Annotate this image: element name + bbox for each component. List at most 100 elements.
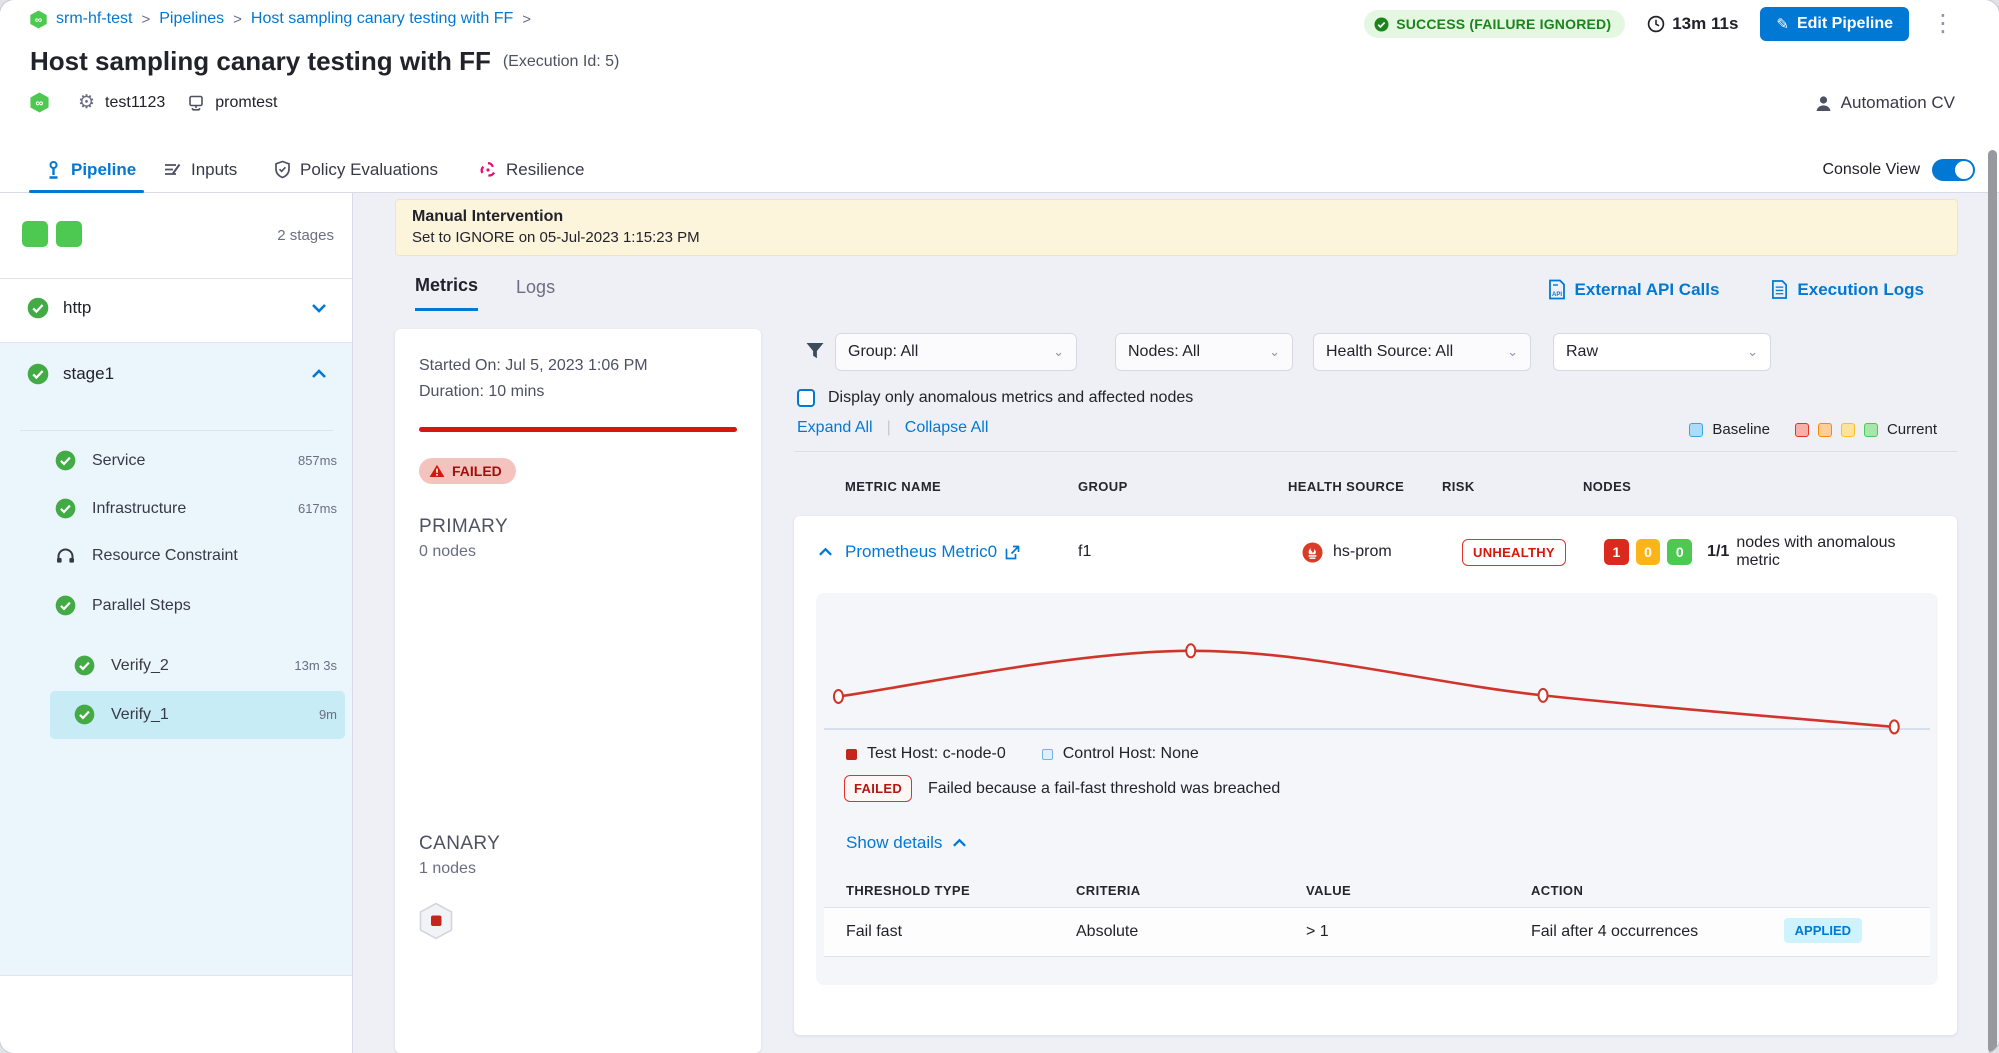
breadcrumb: ∞ srm-hf-test > Pipelines > Host samplin… bbox=[29, 8, 540, 30]
tab-inputs[interactable]: Inputs bbox=[163, 147, 237, 192]
filter-health-source-dropdown[interactable]: Health Source: All⌄ bbox=[1313, 333, 1531, 371]
resilience-chaos-icon bbox=[479, 161, 497, 179]
tab-pipeline[interactable]: Pipeline bbox=[45, 147, 136, 192]
tab-resilience[interactable]: Resilience bbox=[479, 147, 584, 192]
external-link-icon[interactable] bbox=[1005, 545, 1020, 560]
breadcrumb-separator: > bbox=[522, 11, 531, 28]
chart-point-marker bbox=[1539, 689, 1548, 702]
console-view-control: Console View bbox=[1822, 159, 1975, 181]
chart-point-marker bbox=[834, 690, 843, 703]
success-check-icon bbox=[1374, 17, 1389, 32]
breadcrumb-link-pipeline-name[interactable]: Host sampling canary testing with FF bbox=[251, 10, 513, 28]
current-orange-swatch bbox=[1818, 423, 1832, 437]
pipeline-icon bbox=[45, 161, 62, 179]
sidebar-step-verify2[interactable]: Verify_2 13m 3s bbox=[74, 655, 337, 676]
test-host-swatch bbox=[846, 749, 857, 760]
baseline-legend-label: Baseline bbox=[1712, 421, 1770, 438]
environment-name[interactable]: promtest bbox=[215, 94, 277, 112]
threshold-row: Fail fast Absolute > 1 Fail after 4 occu… bbox=[824, 908, 1930, 956]
console-view-label: Console View bbox=[1822, 161, 1920, 179]
status-badge: SUCCESS (FAILURE IGNORED) bbox=[1364, 10, 1625, 38]
chevron-down-icon: ⌄ bbox=[1053, 344, 1064, 360]
expand-all-link[interactable]: Expand All bbox=[797, 419, 873, 437]
sidebar-step-resource-constraint[interactable]: Resource Constraint bbox=[55, 547, 337, 565]
col-threshold-type: THRESHOLD TYPE bbox=[846, 883, 970, 898]
sidebar-step-infrastructure[interactable]: Infrastructure 617ms bbox=[55, 498, 337, 519]
main-content: Manual Intervention Set to IGNORE on 05-… bbox=[353, 193, 1999, 1053]
tab-logs[interactable]: Logs bbox=[516, 277, 555, 310]
divider bbox=[0, 278, 352, 279]
canary-node-hexagon-icon[interactable] bbox=[419, 902, 453, 940]
divider bbox=[824, 956, 1930, 957]
current-green-swatch bbox=[1864, 423, 1878, 437]
header-actions: SUCCESS (FAILURE IGNORED) 13m 11s ✎ Edit… bbox=[1364, 7, 1955, 41]
breadcrumb-link-project[interactable]: srm-hf-test bbox=[56, 10, 132, 28]
filter-group-dropdown[interactable]: Group: All⌄ bbox=[835, 333, 1077, 371]
value-value: > 1 bbox=[1306, 923, 1329, 941]
filter-funnel-icon[interactable] bbox=[805, 341, 825, 361]
service-logo-icon: ∞ bbox=[29, 92, 50, 113]
page-title-row: Host sampling canary testing with FF (Ex… bbox=[30, 46, 619, 77]
stage-square-icon bbox=[56, 221, 82, 247]
resource-constraint-icon bbox=[55, 547, 76, 565]
filter-raw-dropdown[interactable]: Raw⌄ bbox=[1553, 333, 1771, 371]
divider bbox=[0, 975, 352, 976]
filter-nodes-dropdown[interactable]: Nodes: All⌄ bbox=[1115, 333, 1293, 371]
gear-icon: ⚙ bbox=[78, 91, 95, 114]
anomalous-filter-row: Display only anomalous metrics and affec… bbox=[797, 389, 1193, 407]
sidebar-step-service[interactable]: Service 857ms bbox=[55, 450, 337, 471]
primary-nodes-count: 0 nodes bbox=[419, 543, 737, 561]
collapse-metric-chevron-up-icon[interactable] bbox=[818, 547, 833, 557]
metric-name-link[interactable]: Prometheus Metric0 bbox=[845, 542, 997, 562]
execution-sidebar: 2 stages http stage1 Service 857ms Infra… bbox=[0, 193, 353, 1053]
console-view-toggle[interactable] bbox=[1932, 159, 1975, 181]
tab-policy-evaluations[interactable]: Policy Evaluations bbox=[274, 147, 438, 192]
baseline-legend-swatch bbox=[1689, 423, 1703, 437]
control-host-label: Control Host: None bbox=[1063, 745, 1199, 763]
started-on: Started On: Jul 5, 2023 1:06 PM bbox=[419, 357, 737, 375]
vertical-scrollbar[interactable] bbox=[1988, 150, 1997, 1053]
test-host-label: Test Host: c-node-0 bbox=[867, 745, 1006, 763]
anomalous-only-checkbox[interactable] bbox=[797, 389, 815, 407]
metric-row-card: Prometheus Metric0 f1 hs-prom UNHEALTHY … bbox=[794, 516, 1957, 1035]
verification-duration: Duration: 10 mins bbox=[419, 383, 737, 401]
node-risk-counts: 1 0 0 1/1 nodes with anomalous metric bbox=[1604, 534, 1933, 570]
link-separator: | bbox=[887, 419, 891, 437]
tab-metrics[interactable]: Metrics bbox=[415, 275, 478, 311]
sidebar-stage-stage1[interactable]: stage1 bbox=[27, 363, 337, 385]
current-yellow-swatch bbox=[1841, 423, 1855, 437]
health-source: hs-prom bbox=[1302, 542, 1392, 563]
api-doc-icon: API bbox=[1548, 279, 1566, 300]
more-options-menu[interactable]: ⋮ bbox=[1931, 12, 1955, 36]
svg-text:API: API bbox=[1552, 292, 1562, 298]
stage-squares bbox=[22, 221, 82, 247]
collapse-all-link[interactable]: Collapse All bbox=[905, 419, 989, 437]
breadcrumb-separator: > bbox=[233, 11, 242, 28]
col-value: VALUE bbox=[1306, 883, 1351, 898]
execution-logs-link[interactable]: Execution Logs bbox=[1771, 279, 1924, 300]
sidebar-step-verify1[interactable]: Verify_1 9m bbox=[74, 704, 337, 725]
verification-summary-card: Started On: Jul 5, 2023 1:06 PM Duration… bbox=[395, 329, 761, 1053]
expand-collapse-links: Expand All | Collapse All bbox=[797, 419, 988, 437]
shield-check-icon bbox=[274, 160, 291, 179]
main-tabbar: Pipeline Inputs Policy Evaluations Resil… bbox=[0, 147, 1999, 193]
sidebar-step-parallel-steps[interactable]: Parallel Steps bbox=[55, 595, 337, 616]
edit-pipeline-button[interactable]: ✎ Edit Pipeline bbox=[1760, 7, 1909, 41]
harness-service-logo-icon: ∞ bbox=[29, 10, 48, 29]
col-action: ACTION bbox=[1531, 883, 1583, 898]
show-details-toggle[interactable]: Show details bbox=[846, 833, 967, 853]
metric-chart-svg bbox=[816, 593, 1938, 735]
environment-icon bbox=[187, 94, 205, 112]
chevron-down-icon: ⌄ bbox=[1507, 344, 1518, 360]
breadcrumb-link-pipelines[interactable]: Pipelines bbox=[159, 10, 224, 28]
col-criteria: CRITERIA bbox=[1076, 883, 1141, 898]
chevron-down-icon bbox=[311, 303, 327, 313]
banner-subtitle: Set to IGNORE on 05-Jul-2023 1:15:23 PM bbox=[412, 229, 1941, 246]
svg-text:∞: ∞ bbox=[36, 97, 44, 109]
step-duration: 13m 3s bbox=[294, 658, 337, 673]
service-name[interactable]: test1123 bbox=[105, 94, 165, 112]
sidebar-stage-http[interactable]: http bbox=[27, 297, 337, 319]
external-api-calls-link[interactable]: API External API Calls bbox=[1548, 279, 1720, 300]
execution-id: (Execution Id: 5) bbox=[503, 53, 620, 71]
chevron-down-icon: ⌄ bbox=[1269, 344, 1280, 360]
